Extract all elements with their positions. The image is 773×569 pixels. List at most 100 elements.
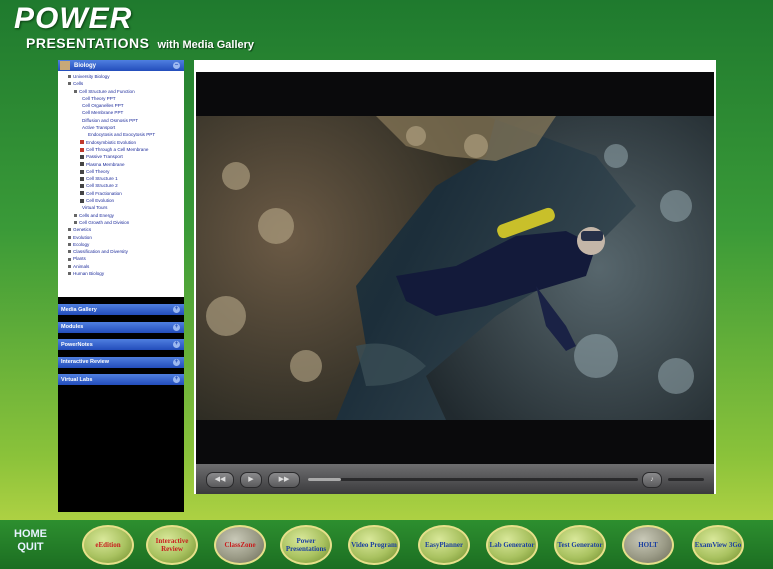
quit-link[interactable]: QUIT xyxy=(14,541,47,554)
accordion-label: Virtual Labs xyxy=(61,376,93,383)
tree-item[interactable]: Diffusion and Osmosis PPT xyxy=(58,117,184,124)
bullet-icon xyxy=(68,228,71,232)
tree-item-label: Virtual Tours xyxy=(82,205,108,211)
accordion-modules[interactable]: Modules + xyxy=(58,321,184,333)
rewind-button[interactable]: ◀◀ xyxy=(206,472,234,488)
accordion-interactive-review[interactable]: Interactive Review + xyxy=(58,356,184,368)
animation-icon xyxy=(80,147,84,152)
volume-slider[interactable] xyxy=(668,478,704,481)
nav-button-label: eEdition xyxy=(95,541,121,549)
accordion-powernotes[interactable]: PowerNotes + xyxy=(58,339,184,350)
tree-item[interactable]: Cell Theory xyxy=(58,168,184,175)
tree-item[interactable]: Virtual Tours xyxy=(58,204,184,211)
accordion-virtual-labs[interactable]: Virtual Labs + xyxy=(58,374,184,385)
tree-item[interactable]: Plasma Membrane xyxy=(58,161,184,168)
tree-item-label: Ecology xyxy=(73,241,90,247)
nav-button-interactive-review[interactable]: Interactive Review xyxy=(146,525,198,565)
tree-item-label: Cell Theory xyxy=(86,168,110,174)
nav-button-lab-generator[interactable]: Lab Generator xyxy=(486,525,538,565)
progress-track[interactable] xyxy=(308,478,638,481)
nav-button-examview-3go[interactable]: ExamView 3Go xyxy=(692,525,744,565)
accordion-label: Media Gallery xyxy=(61,306,97,313)
sidebar: Biology – University Biology Cells Cell St… xyxy=(58,60,184,512)
tree-panel: Biology – University Biology Cells Cell St… xyxy=(58,60,184,297)
tree-item[interactable]: Ecology xyxy=(58,241,184,248)
tree-item-label: Endosymbiotic Evolution xyxy=(86,139,137,145)
tree-item[interactable]: Passive Transport xyxy=(58,153,184,160)
tree-item[interactable]: Cell Structure and Function xyxy=(58,88,184,95)
bullet-icon xyxy=(74,213,77,217)
tree-item[interactable]: University Biology xyxy=(58,73,184,80)
video-viewport[interactable] xyxy=(196,72,714,464)
speaker-icon[interactable]: ♪ xyxy=(642,472,662,488)
accordion-label: Modules xyxy=(61,324,84,330)
bullet-icon xyxy=(68,272,71,276)
nav-button-holt[interactable]: HOLT xyxy=(622,525,674,565)
tree-item[interactable]: Cell Structure 1 xyxy=(58,175,184,182)
forward-button[interactable]: ▶▶ xyxy=(268,472,300,488)
play-button[interactable]: ▶ xyxy=(240,472,262,488)
expand-icon[interactable]: + xyxy=(173,306,180,313)
bullet-icon xyxy=(68,82,71,86)
nav-button-power-presentations[interactable]: Power Presentations xyxy=(280,525,332,565)
home-link[interactable]: HOME xyxy=(14,528,47,541)
bullet-icon xyxy=(68,264,71,268)
nav-button-label: ClassZone xyxy=(224,541,256,549)
video-frame xyxy=(196,116,714,420)
nav-button-classzone[interactable]: ClassZone xyxy=(214,525,266,565)
tree-item-label: Diffusion and Osmosis PPT xyxy=(82,117,139,123)
nav-button-test-generator[interactable]: Test Generator xyxy=(554,525,606,565)
tree-item[interactable]: Plants xyxy=(58,255,184,262)
video-icon xyxy=(80,191,84,196)
tree-item[interactable]: Evolution xyxy=(58,234,184,241)
animation-icon xyxy=(80,140,84,145)
nav-button-video-program[interactable]: Video Program xyxy=(348,525,400,565)
tree-item[interactable]: Cell Fractionation xyxy=(58,190,184,197)
tree-item-label: Evolution xyxy=(73,234,92,240)
home-quit[interactable]: HOME QUIT xyxy=(14,528,47,554)
tree-item[interactable]: Endocytosis and Exocytosis PPT xyxy=(58,131,184,138)
tree-item[interactable]: Cell Organelles PPT xyxy=(58,102,184,109)
tree-item[interactable]: Endosymbiotic Evolution xyxy=(58,139,184,146)
bullet-icon xyxy=(68,235,71,239)
tree-item[interactable]: Cell Membrane PPT xyxy=(58,109,184,116)
tree-item[interactable]: Genetics xyxy=(58,226,184,233)
tree-item-label: University Biology xyxy=(73,74,110,79)
tree-item[interactable]: Cell Structure 2 xyxy=(58,182,184,189)
tree-item[interactable]: Cell Growth and Division xyxy=(58,219,184,226)
nav-button-easyplanner[interactable]: EasyPlanner xyxy=(418,525,470,565)
nav-button-label: ExamView 3Go xyxy=(694,541,742,549)
video-icon xyxy=(80,154,84,159)
tree-item[interactable]: Cell Through a Cell Membrane xyxy=(58,146,184,153)
video-icon xyxy=(80,176,84,181)
tree-item[interactable]: Cells xyxy=(58,80,184,87)
tree-header-label: Biology xyxy=(74,62,96,69)
tree-item[interactable]: Human Biology xyxy=(58,270,184,277)
tree-item-label: Active Transport xyxy=(82,125,116,131)
tree-item[interactable]: Cell Evolution xyxy=(58,197,184,204)
expand-icon[interactable]: + xyxy=(173,341,180,348)
tree-item-label: Classification and Diversity xyxy=(73,249,128,255)
brand-tagline: with Media Gallery xyxy=(157,39,255,51)
video-icon xyxy=(80,169,84,174)
nav-button-eedition[interactable]: eEdition xyxy=(82,525,134,565)
tree-item[interactable]: Classification and Diversity xyxy=(58,248,184,255)
bullet-icon xyxy=(68,242,71,246)
tree-item[interactable]: Cells and Energy xyxy=(58,212,184,219)
tree-item-label: Passive Transport xyxy=(86,154,123,160)
collapse-icon[interactable]: – xyxy=(173,62,180,69)
bullet-icon xyxy=(68,250,71,254)
tree-item-label: Cell Organelles PPT xyxy=(82,103,124,109)
tree-item[interactable]: Active Transport xyxy=(58,124,184,131)
tree-item[interactable]: Animals xyxy=(58,263,184,270)
expand-icon[interactable]: + xyxy=(173,376,180,383)
video-player: ◀◀ ▶ ▶▶ ♪ xyxy=(194,60,716,494)
tree-item-label: Plasma Membrane xyxy=(86,161,125,167)
folder-icon xyxy=(60,61,70,70)
tree-item[interactable]: Cell Theory PPT xyxy=(58,95,184,102)
accordion-media-gallery[interactable]: Media Gallery + xyxy=(58,304,184,315)
tree-item-label: Cell Membrane PPT xyxy=(82,110,124,116)
tree-header[interactable]: Biology – xyxy=(58,60,184,71)
expand-icon[interactable]: + xyxy=(173,358,180,366)
expand-icon[interactable]: + xyxy=(173,323,180,331)
